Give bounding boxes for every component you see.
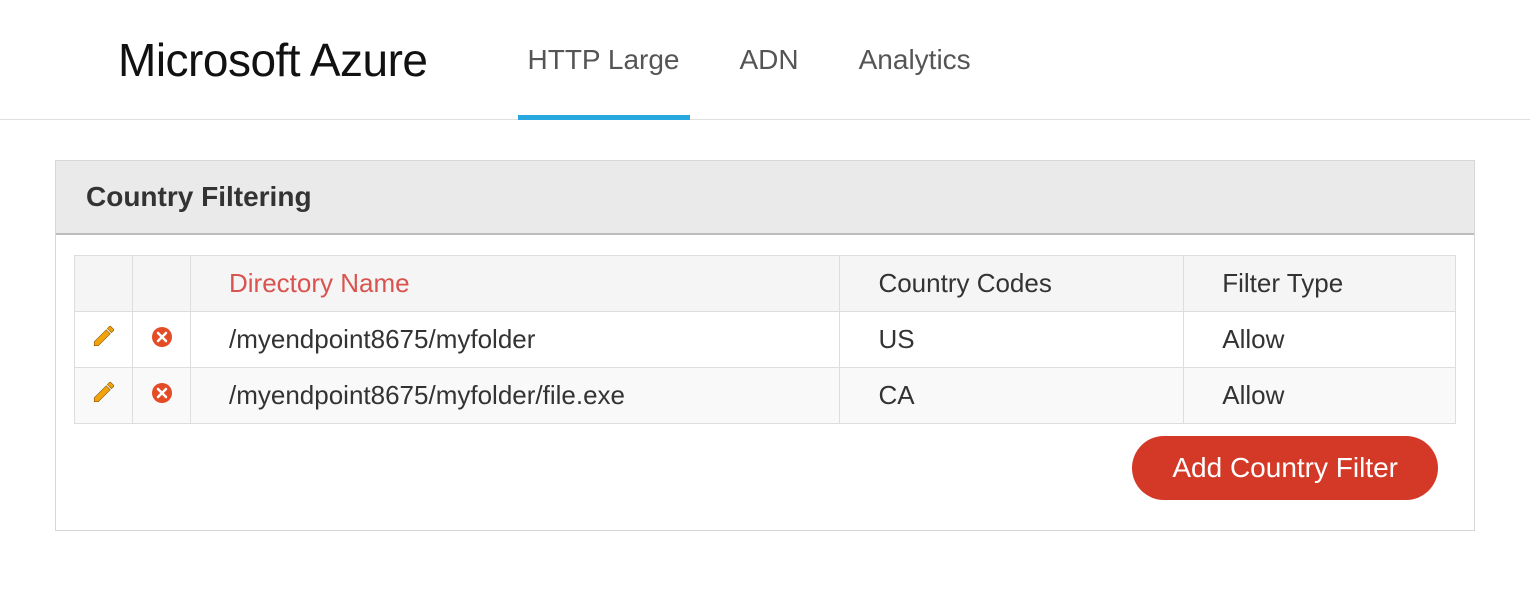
cell-codes: CA bbox=[840, 368, 1184, 424]
col-country-codes[interactable]: Country Codes bbox=[840, 256, 1184, 312]
tab-analytics[interactable]: Analytics bbox=[849, 0, 981, 119]
add-country-filter-button[interactable]: Add Country Filter bbox=[1132, 436, 1438, 500]
table-row: /myendpoint8675/myfolder US Allow bbox=[75, 312, 1456, 368]
nav-tabs: HTTP Large ADN Analytics bbox=[518, 0, 981, 119]
edit-icon[interactable] bbox=[91, 379, 117, 412]
delete-icon[interactable] bbox=[150, 325, 174, 356]
cell-directory: /myendpoint8675/myfolder bbox=[191, 312, 840, 368]
col-filter-type[interactable]: Filter Type bbox=[1184, 256, 1456, 312]
cell-filter: Allow bbox=[1184, 368, 1456, 424]
col-edit bbox=[75, 256, 133, 312]
cell-codes: US bbox=[840, 312, 1184, 368]
panel-title: Country Filtering bbox=[56, 161, 1474, 235]
table-header-row: Directory Name Country Codes Filter Type bbox=[75, 256, 1456, 312]
button-row: Add Country Filter bbox=[74, 436, 1456, 500]
cell-filter: Allow bbox=[1184, 312, 1456, 368]
tab-http-large[interactable]: HTTP Large bbox=[518, 0, 690, 119]
edit-icon[interactable] bbox=[91, 323, 117, 356]
col-directory-name[interactable]: Directory Name bbox=[191, 256, 840, 312]
filters-table: Directory Name Country Codes Filter Type bbox=[74, 255, 1456, 424]
azure-logo: Microsoft Azure bbox=[118, 33, 428, 87]
col-delete bbox=[133, 256, 191, 312]
country-filtering-panel: Country Filtering Directory Name Country… bbox=[55, 160, 1475, 531]
cell-directory: /myendpoint8675/myfolder/file.exe bbox=[191, 368, 840, 424]
tab-adn[interactable]: ADN bbox=[730, 0, 809, 119]
delete-icon[interactable] bbox=[150, 381, 174, 412]
table-row: /myendpoint8675/myfolder/file.exe CA All… bbox=[75, 368, 1456, 424]
header: Microsoft Azure HTTP Large ADN Analytics bbox=[0, 0, 1530, 120]
